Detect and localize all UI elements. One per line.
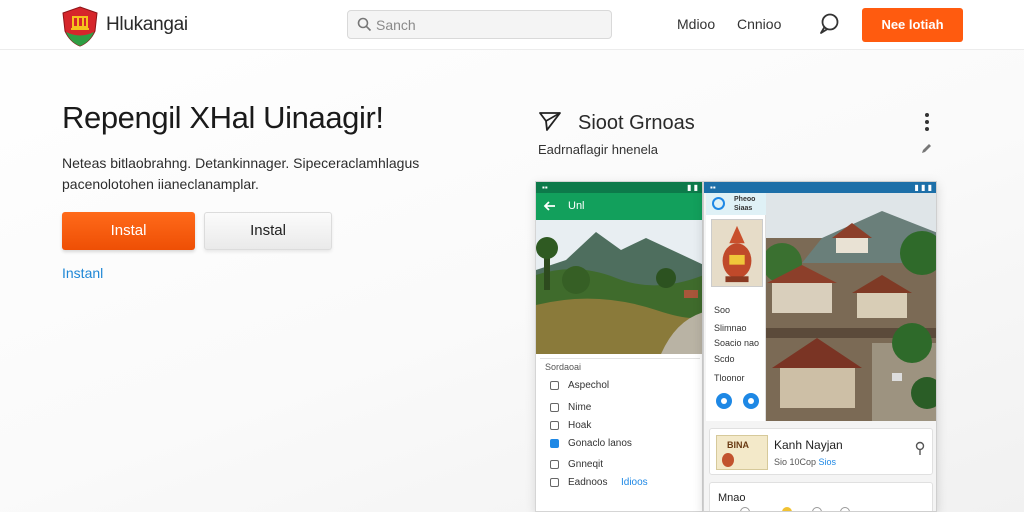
install-secondary-button[interactable]: Instal <box>204 212 332 250</box>
secondary-card-title: Mnao <box>718 492 746 504</box>
list-item[interactable]: Hoak <box>545 418 697 434</box>
calendar-icon <box>550 478 559 487</box>
circle-button-icon[interactable] <box>712 197 725 210</box>
place-card[interactable]: BINA Kanh Nayjan Sio 10Cop Sios <box>709 428 933 475</box>
search-input[interactable] <box>376 15 601 35</box>
divider <box>540 358 700 359</box>
cta-button[interactable]: Nee lotiah <box>862 8 963 42</box>
statue-thumbnail <box>711 219 763 287</box>
install-primary-button[interactable]: Instal <box>62 212 195 250</box>
top-bar: Hlukangai Mdioo Cnnioo Nee lotiah <box>0 0 1024 50</box>
option-dot[interactable] <box>782 507 792 511</box>
list-item[interactable]: Gonaclo lanos <box>545 436 697 452</box>
village-image <box>762 193 936 421</box>
brand-name: Hlukangai <box>106 14 188 35</box>
search-box[interactable] <box>347 10 612 39</box>
side-panel: Pheoo Siaas Soo Slimnao Soacio nao Scdo … <box>706 193 766 421</box>
phone-preview-right: ▪▪ ▮ ▮ ▮ Pheoo Siaas Soo Slimnao Soacio … <box>703 181 937 512</box>
pencil-icon[interactable] <box>920 143 932 155</box>
image-icon <box>550 460 559 469</box>
list-item[interactable]: Eadnoos Idioos <box>545 475 697 491</box>
status-bar: ▪▪ ▮ ▮ <box>536 182 702 193</box>
checkbox-icon <box>550 439 559 448</box>
nav-link-2[interactable]: Cnnioo <box>737 16 781 32</box>
hero-description: Neteas bitlaobrahng. Detankinnager. Sipe… <box>62 155 420 192</box>
preview-subtitle: Eadrnaflagir hnenela <box>538 142 658 157</box>
chat-bubble-icon[interactable] <box>818 12 840 36</box>
action-button[interactable] <box>716 393 732 409</box>
list-item[interactable]: Nime <box>545 400 697 416</box>
option-dot[interactable] <box>840 507 850 511</box>
nav-link-1[interactable]: Mdioo <box>677 16 715 32</box>
arrow-left-icon[interactable] <box>543 199 557 213</box>
preview-title: Sioot Grnoas <box>578 112 695 134</box>
shield-logo-icon[interactable] <box>60 5 100 47</box>
phone-preview-left: ▪▪ ▮ ▮ Unl Sordaoai Aspechol Nime Hoak G… <box>535 181 703 512</box>
install-link[interactable]: Instanl <box>62 265 103 281</box>
section-header: Sordaoai <box>545 362 582 372</box>
list-item[interactable]: Gnneqit <box>545 457 697 473</box>
map-pin-icon[interactable] <box>914 441 926 457</box>
grid-icon <box>550 403 559 412</box>
app-bar: Unl <box>536 193 702 220</box>
hero-title: Repengil XHal Uinaagir! <box>62 100 384 135</box>
document-icon <box>550 381 559 390</box>
landscape-image <box>536 220 702 354</box>
status-bar: ▪▪ ▮ ▮ ▮ <box>704 182 936 193</box>
place-meta: Sio 10Cop Sios <box>774 457 837 467</box>
secondary-card[interactable]: Mnao <box>709 482 933 511</box>
option-dot[interactable] <box>740 507 750 511</box>
place-thumbnail: BINA <box>716 435 768 470</box>
app-bar-title: Unl <box>568 200 585 212</box>
search-icon <box>357 17 372 32</box>
place-name: Kanh Nayjan <box>774 438 843 452</box>
home-icon <box>550 421 559 430</box>
place-meta-link[interactable]: Sios <box>819 457 837 467</box>
list-item[interactable]: Aspechol <box>545 378 697 394</box>
highlight-link[interactable]: Idioos <box>621 477 648 488</box>
option-dot[interactable] <box>812 507 822 511</box>
kebab-menu-icon[interactable] <box>920 112 934 132</box>
action-button[interactable] <box>743 393 759 409</box>
send-icon[interactable] <box>538 110 562 132</box>
